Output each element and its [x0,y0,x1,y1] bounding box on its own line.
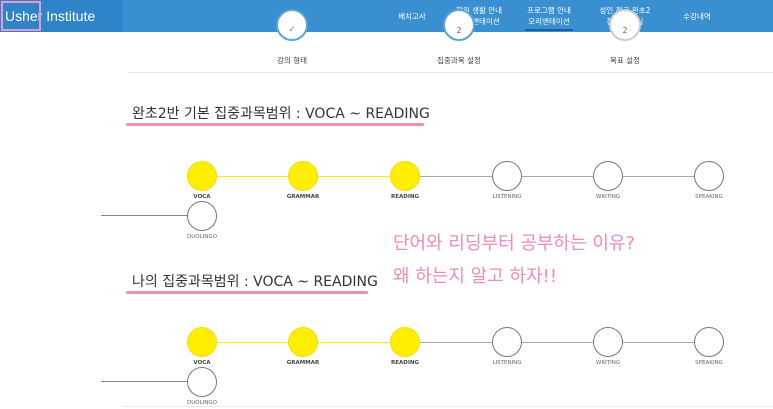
connector-line [101,215,191,216]
connector-line [101,381,191,382]
subject-label-listening: LISTENING [492,360,522,366]
subject-label-voca: VOCA [193,194,211,200]
step-1-circle[interactable]: ✓ [276,9,308,41]
nav-placement-test[interactable]: 배치고사 [388,0,436,32]
check-icon: ✓ [288,25,296,35]
subject-node-grammar[interactable] [288,161,318,191]
step-3-label: 목표 설정 [610,56,640,65]
subject-node-speaking[interactable] [694,161,724,191]
brand-highlight-box [1,1,41,31]
step-2-number: 2 [456,26,462,35]
subject-node-voca[interactable] [187,327,217,357]
subject-node-voca[interactable] [187,161,217,191]
subject-label-duolingo: DUOLINGO [187,234,217,240]
connector-line [405,176,709,177]
subject-label-writing: WRITING [595,194,621,200]
subject-node-speaking[interactable] [694,327,724,357]
subject-node-writing[interactable] [593,161,623,191]
annotation-line-1: 단어와 리딩부터 공부하는 이유? [393,233,635,254]
subject-node-grammar[interactable] [288,327,318,357]
subject-label-reading: READING [391,194,419,200]
brand-area[interactable]: Usher Institute [0,0,122,32]
my-focus-range-title: 나의 집중과목범위 : VOCA ~ READING [132,274,378,290]
subject-label-grammar: GRAMMAR [286,360,320,366]
nav-program-orientation[interactable]: 프로그램 안내 오리엔테이션 [518,0,580,32]
step-divider [128,72,773,73]
nav-enrollment-history[interactable]: 수강내역 [672,0,722,32]
subject-node-duolingo[interactable] [187,367,217,397]
subject-label-grammar: GRAMMAR [286,194,320,200]
subject-label-reading: READING [391,360,419,366]
step-2-label: 집중과목 설정 [437,56,481,65]
subject-label-speaking: SPEAKING [695,194,723,200]
subject-label-voca: VOCA [193,360,211,366]
subject-node-reading[interactable] [390,161,420,191]
subject-node-listening[interactable] [492,161,522,191]
subject-node-reading[interactable] [390,327,420,357]
step-3-number: 2 [622,26,628,35]
step-1-label: 강의 형태 [277,56,307,65]
connector-line [405,342,709,343]
default-focus-range-title: 완초2반 기본 집중과목범위 : VOCA ~ READING [132,106,430,122]
subject-node-duolingo[interactable] [187,201,217,231]
bottom-divider [122,406,773,407]
subject-node-writing[interactable] [593,327,623,357]
top-nav-bar: Usher Institute 배치고사 학원 생활 안내 오리엔테이션 프로그… [0,0,773,32]
subject-label-speaking: SPEAKING [695,360,723,366]
subject-label-listening: LISTENING [492,194,522,200]
step-3-circle[interactable]: 2 [609,9,641,41]
title-underline [126,123,424,126]
annotation-line-2: 왜 하는지 알고 하자!! [393,266,558,287]
subject-label-writing: WRITING [595,360,621,366]
nav-active-indicator [525,29,573,31]
title-underline [126,291,368,294]
subject-node-listening[interactable] [492,327,522,357]
step-2-circle[interactable]: 2 [443,9,475,41]
